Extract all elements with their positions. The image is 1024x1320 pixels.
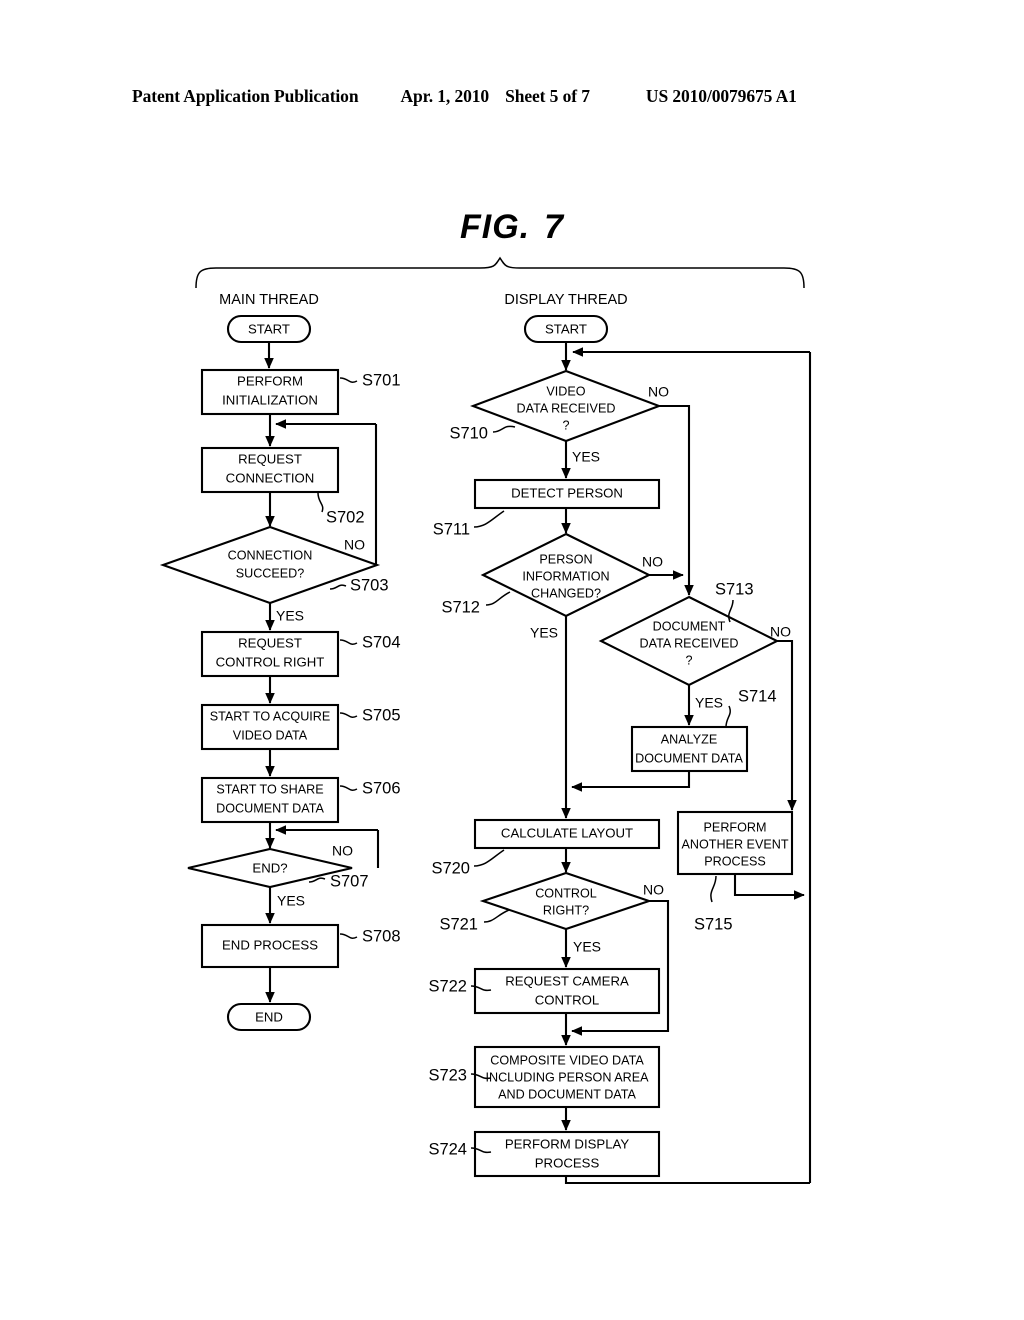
node-s705-line1: START TO ACQUIRE [210, 709, 331, 723]
ref-s713: S713 [715, 580, 754, 598]
display-start-label: START [545, 321, 587, 336]
branch-s703-yes: YES [276, 608, 304, 624]
ref-s701: S701 [362, 371, 401, 389]
node-s704: REQUEST CONTROL RIGHT [200, 630, 340, 678]
branch-s712-yes: YES [530, 625, 558, 641]
ref-s715: S715 [694, 915, 733, 933]
ref-s723: S723 [428, 1066, 467, 1084]
node-s712-line3: CHANGED? [531, 586, 601, 600]
node-s701-line1: PERFORM [237, 373, 303, 388]
node-s703-line1: CONNECTION [228, 548, 313, 562]
node-s723-line2: INCLUDING PERSON AREA [485, 1070, 649, 1084]
node-s720-label: CALCULATE LAYOUT [501, 825, 633, 840]
ref-s708: S708 [362, 927, 401, 945]
node-s703-line2: SUCCEED? [236, 566, 305, 580]
node-s707: END? [187, 847, 353, 889]
branch-s721-no: NO [643, 882, 664, 898]
top-brace [195, 256, 805, 289]
node-s713: DOCUMENT DATA RECEIVED ? [598, 595, 780, 687]
main-start-terminator: START [226, 314, 312, 344]
ref-s722: S722 [428, 977, 467, 995]
node-s708-label: END PROCESS [222, 937, 318, 952]
node-s720: CALCULATE LAYOUT [473, 818, 661, 850]
node-s706-line1: START TO SHARE [216, 782, 323, 796]
patent-figure-page: Patent Application Publication Apr. 1, 2… [0, 0, 1024, 1320]
node-s721-line1: CONTROL [535, 886, 597, 900]
node-s704-line1: REQUEST [238, 635, 302, 650]
node-s724-line1: PERFORM DISPLAY [505, 1136, 630, 1151]
node-s711-label: DETECT PERSON [511, 485, 623, 500]
display-thread-header: DISPLAY THREAD [504, 292, 627, 308]
node-s702-line2: CONNECTION [226, 470, 315, 485]
branch-s710-no: NO [648, 384, 669, 400]
node-s712: PERSON INFORMATION CHANGED? [480, 532, 652, 618]
ref-s704: S704 [362, 633, 401, 651]
node-s707-label: END? [252, 860, 287, 875]
node-s710-line1: VIDEO [546, 384, 585, 398]
ref-s714: S714 [738, 687, 777, 705]
node-s705: START TO ACQUIRE VIDEO DATA [200, 703, 340, 751]
node-s706-line2: DOCUMENT DATA [216, 801, 324, 815]
main-thread-header: MAIN THREAD [219, 292, 319, 308]
ref-s721: S721 [439, 915, 478, 933]
branch-s713-no: NO [770, 624, 791, 640]
branch-s712-no: NO [642, 554, 663, 570]
branch-s707-yes: YES [277, 893, 305, 909]
flowchart-canvas: MAIN THREAD DISPLAY THREAD START PERFORM… [159, 256, 812, 1185]
main-start-label: START [248, 321, 290, 336]
ref-s702: S702 [326, 508, 365, 526]
node-s701-line2: INITIALIZATION [222, 392, 318, 407]
node-s706: START TO SHARE DOCUMENT DATA [200, 776, 340, 824]
node-s710-line3: ? [562, 418, 569, 432]
main-end-label: END [255, 1009, 283, 1024]
node-s708: END PROCESS [200, 923, 340, 969]
branch-s707-no: NO [332, 843, 353, 859]
node-s710-line2: DATA RECEIVED [517, 401, 616, 415]
node-s721-line2: RIGHT? [543, 903, 589, 917]
ref-s710: S710 [449, 424, 488, 442]
node-s723: COMPOSITE VIDEO DATA INCLUDING PERSON AR… [473, 1045, 661, 1109]
node-s723-line3: AND DOCUMENT DATA [498, 1087, 636, 1101]
ref-s720: S720 [431, 859, 470, 877]
ref-s706: S706 [362, 779, 401, 797]
branch-s703-no: NO [344, 537, 365, 553]
node-s722-line1: REQUEST CAMERA [505, 973, 629, 988]
node-s715-line1: PERFORM [704, 820, 767, 834]
node-s713-line3: ? [685, 653, 692, 667]
node-s722-line2: CONTROL [535, 992, 599, 1007]
node-s714-line2: DOCUMENT DATA [635, 751, 743, 765]
node-s704-line2: CONTROL RIGHT [216, 654, 325, 669]
ref-s705: S705 [362, 706, 401, 724]
main-end-terminator: END [226, 1002, 312, 1032]
node-s711: DETECT PERSON [473, 478, 661, 510]
node-s714-line1: ANALYZE [661, 732, 717, 746]
node-s715-line3: PROCESS [704, 854, 766, 868]
ref-s712: S712 [441, 598, 480, 616]
display-start-terminator: START [523, 314, 609, 344]
branch-s713-yes: YES [695, 695, 723, 711]
node-s715: PERFORM ANOTHER EVENT PROCESS [676, 810, 794, 876]
branch-s710-no-yes: YES [572, 449, 600, 465]
node-s705-line2: VIDEO DATA [233, 728, 308, 742]
node-s714: ANALYZE DOCUMENT DATA [630, 725, 749, 773]
ref-s707: S707 [330, 872, 369, 890]
node-s701: PERFORM INITIALIZATION [200, 368, 340, 416]
node-s702: REQUEST CONNECTION [200, 446, 340, 494]
node-s712-line1: PERSON [539, 552, 592, 566]
node-s721: CONTROL RIGHT? [479, 871, 653, 931]
branch-s721-yes: YES [573, 939, 601, 955]
node-s712-line2: INFORMATION [522, 569, 609, 583]
node-s713-line2: DATA RECEIVED [640, 636, 739, 650]
node-s723-line1: COMPOSITE VIDEO DATA [490, 1053, 644, 1067]
node-s724-line2: PROCESS [535, 1155, 600, 1170]
node-s713-line1: DOCUMENT [653, 619, 726, 633]
ref-s711: S711 [433, 520, 470, 538]
node-s715-line2: ANOTHER EVENT [681, 837, 788, 851]
ref-s703: S703 [350, 576, 389, 594]
node-s722: REQUEST CAMERA CONTROL [473, 967, 661, 1015]
node-s724: PERFORM DISPLAY PROCESS [473, 1130, 661, 1178]
node-s702-line1: REQUEST [238, 451, 302, 466]
ref-s724: S724 [428, 1140, 467, 1158]
